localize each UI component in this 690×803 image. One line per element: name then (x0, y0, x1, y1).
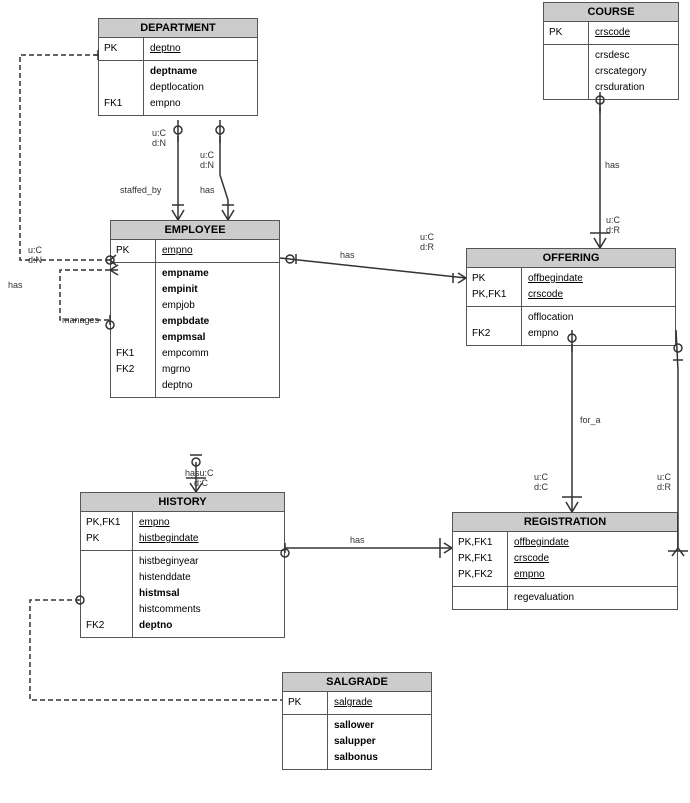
uC-for-a2: u:C (657, 472, 671, 482)
reg-empno: empno (514, 567, 569, 583)
reg-pk1: PK,FK1 (458, 535, 502, 551)
reg-pk3: PK,FK2 (458, 567, 502, 583)
salgrade-pk1: PK (288, 695, 322, 711)
offering-offlocation: offlocation (528, 310, 573, 326)
dept-fk1-label: FK1 (104, 96, 138, 112)
offering-pk1: PK (472, 271, 516, 287)
uC-dept-emp1: u:C (152, 128, 166, 138)
history-pk1: PK,FK1 (86, 515, 127, 531)
dept-deptlocation: deptlocation (150, 80, 204, 96)
uC-dept-emp2: u:C (200, 150, 214, 160)
dept-pk1: PK (104, 41, 138, 57)
course-title: COURSE (544, 3, 678, 22)
emp-fk2-label: FK2 (116, 362, 150, 378)
history-histmsal: histmsal (139, 586, 201, 602)
uC-emp-offering: u:C (420, 232, 434, 242)
label-has-outer: has (8, 280, 23, 290)
dept-deptname: deptname (150, 64, 204, 80)
uC-has-left: u:C (28, 245, 42, 255)
offering-title: OFFERING (467, 249, 675, 268)
offering-offbegindate: offbegindate (528, 271, 583, 287)
dR-emp-offering: d:R (420, 242, 434, 252)
history-empno: empno (139, 515, 199, 531)
entity-offering: OFFERING PK PK,FK1 offbegindate crscode … (466, 248, 676, 346)
registration-title: REGISTRATION (453, 513, 677, 532)
emp-empcomm: empcomm (162, 346, 209, 362)
dN-dept-emp2: d:N (200, 160, 214, 170)
course-crscode: crscode (595, 25, 630, 41)
course-pk1: PK (549, 25, 583, 41)
offering-fk2-label: FK2 (472, 326, 516, 342)
history-histbegindate: histbegindate (139, 531, 199, 547)
reg-regevaluation: regevaluation (514, 590, 574, 606)
dR-course-offering: d:R (606, 225, 620, 235)
label-staffed-by: staffed_by (120, 185, 161, 195)
uC-for-a1: u:C (534, 472, 548, 482)
dN-has-left: d:N (28, 255, 42, 265)
emp-empbdate: empbdate (162, 314, 209, 330)
er-diagram: COURSE PK crscode crsdesc crscategory cr… (0, 0, 690, 803)
salgrade-title: SALGRADE (283, 673, 431, 692)
label-has-emp-offering: has (340, 250, 355, 260)
emp-fk1-label: FK1 (116, 346, 150, 362)
emp-empno: empno (162, 243, 193, 259)
reg-offbegindate: offbegindate (514, 535, 569, 551)
salgrade-salupper: salupper (334, 734, 378, 750)
history-pk2: PK (86, 531, 127, 547)
offering-empno: empno (528, 326, 573, 342)
emp-empmsal: empmsal (162, 330, 209, 346)
emp-title: EMPLOYEE (111, 221, 279, 240)
salgrade-salgrade: salgrade (334, 695, 372, 711)
emp-empinit: empinit (162, 282, 209, 298)
dept-empno: empno (150, 96, 204, 112)
course-crscategory: crscategory (595, 64, 647, 80)
reg-pk2: PK,FK1 (458, 551, 502, 567)
history-fk2-label: FK2 (86, 618, 127, 634)
history-histcomments: histcomments (139, 602, 201, 618)
label-has-emp-history: hasu:C (185, 468, 214, 478)
offering-pk2: PK,FK1 (472, 287, 516, 303)
emp-empjob: empjob (162, 298, 209, 314)
entity-employee: EMPLOYEE PK empno FK1 FK2 empname empini… (110, 220, 280, 398)
salgrade-sallower: sallower (334, 718, 378, 734)
entity-registration: REGISTRATION PK,FK1 PK,FK1 PK,FK2 offbeg… (452, 512, 678, 610)
emp-mgrno: mgrno (162, 362, 209, 378)
reg-crscode: crscode (514, 551, 569, 567)
emp-pk1: PK (116, 243, 150, 259)
dept-title: DEPARTMENT (99, 19, 257, 38)
label-manages: manages (62, 315, 99, 325)
course-crsduration: crsduration (595, 80, 647, 96)
dept-deptno: deptno (150, 41, 181, 57)
course-crsdesc: crsdesc (595, 48, 647, 64)
label-has-hist-reg: has (350, 535, 365, 545)
entity-history: HISTORY PK,FK1 PK empno histbegindate FK… (80, 492, 285, 638)
dN-dept-emp1: d:N (152, 138, 166, 148)
label-for-a: for_a (580, 415, 601, 425)
salgrade-salbonus: salbonus (334, 750, 378, 766)
history-histenddate: histenddate (139, 570, 201, 586)
entity-salgrade: SALGRADE PK salgrade sallower salupper s… (282, 672, 432, 770)
emp-deptno: deptno (162, 378, 209, 394)
label-has-dept-emp: has (200, 185, 215, 195)
entity-course: COURSE PK crscode crsdesc crscategory cr… (543, 2, 679, 100)
label-has-emp-history2: d:C (194, 478, 208, 488)
dR-for-a2: d:R (657, 482, 671, 492)
offering-crscode: crscode (528, 287, 583, 303)
history-title: HISTORY (81, 493, 284, 512)
history-histbeginyear: histbeginyear (139, 554, 201, 570)
history-deptno: deptno (139, 618, 201, 634)
emp-empname: empname (162, 266, 209, 282)
entity-department: DEPARTMENT PK deptno FK1 deptname deptlo… (98, 18, 258, 116)
label-course-has: has (605, 160, 620, 170)
dC-for-a1: d:C (534, 482, 548, 492)
uC-dR-course-offering: u:C (606, 215, 620, 225)
